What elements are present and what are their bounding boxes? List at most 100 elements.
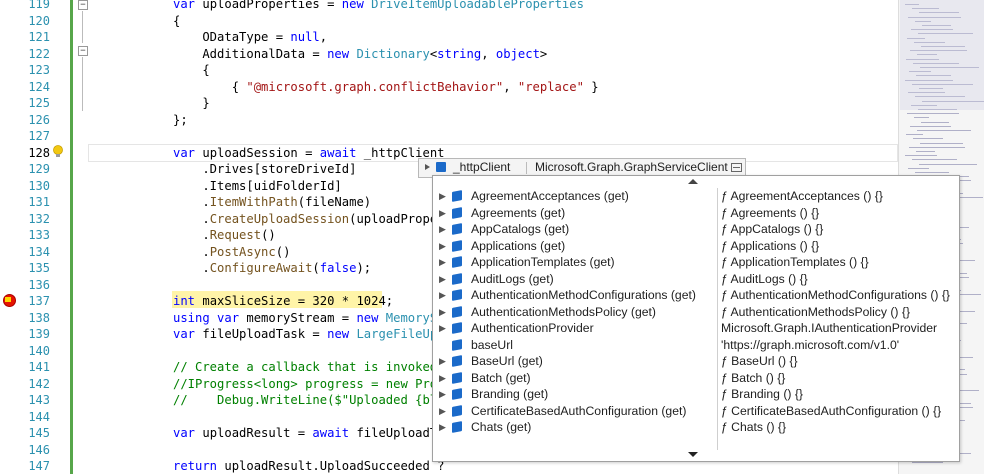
line-number: 125 [28,96,50,110]
code-token: new [341,0,372,11]
completion-item-name: ApplicationTemplates (get) [471,255,615,269]
expand-arrow-icon[interactable]: ▶ [439,304,447,321]
property-cube-icon [452,190,462,202]
minimap-viewport[interactable] [900,0,984,110]
expand-arrow-icon[interactable]: ▶ [439,287,447,304]
code-line[interactable]: { "@microsoft.graph.conflictBehavior", "… [173,79,599,96]
scroll-up-icon[interactable] [688,179,698,184]
completion-item-value: ƒ AuthenticationMethodConfigurations () … [721,288,951,302]
fold-toggle[interactable]: − [78,0,88,10]
completion-item[interactable]: ▶ AgreementAcceptances (get) ƒ AgreementAc… [433,188,957,205]
completion-item[interactable]: ▶ Agreements (get) ƒ Agreements () {} [433,205,957,222]
expand-arrow-icon[interactable]: ▶ [439,403,447,420]
code-line[interactable]: .ConfigureAwait(false); [173,260,371,277]
expand-arrow-icon[interactable]: ▶ [439,188,447,205]
code-line[interactable]: .Items[uidFolderId] [173,178,342,195]
code-line[interactable]: { [173,62,209,79]
expand-arrow-icon[interactable]: ▶ [439,419,447,436]
completion-item-value: ƒ Branding () {} [721,387,803,401]
completion-item[interactable]: ▶ AuthenticationProvider Microsoft.Graph.I… [433,320,957,337]
code-line[interactable]: .Request() [173,227,275,244]
line-number: 122 [28,46,50,61]
expand-arrow-icon[interactable]: ▶ [439,386,447,403]
code-line[interactable]: var fileUploadTask = new LargeFileUpl [173,326,445,343]
completion-item[interactable]: ▶ Chats (get) ƒ Chats () {} [433,419,957,436]
code-line[interactable]: var uploadResult = await fileUploadTa [173,425,445,442]
completion-item[interactable]: ▶ Branding (get) ƒ Branding () {} [433,386,957,403]
completion-list[interactable]: ▶ AgreementAcceptances (get) ƒ AgreementAc… [432,175,960,462]
completion-item-value: ƒ AppCatalogs () {} [721,222,824,236]
code-line[interactable]: // Create a callback that is invoked [173,359,437,376]
line-number: 141 [28,360,50,374]
property-cube-icon [452,223,462,235]
property-cube-icon [452,206,462,219]
field-icon [436,162,446,172]
line-number: 144 [28,409,50,424]
line-number: 136 [28,277,50,292]
expand-arrow-icon[interactable]: ▶ [439,205,447,222]
code-token: . [173,211,210,226]
code-line[interactable]: } [173,95,209,112]
code-line[interactable]: var uploadProperties = new DriveItemUplo… [173,0,584,13]
completion-item-value: ƒ Chats () {} [721,420,787,434]
completion-item-value: ƒ CertificateBasedAuthConfiguration () {… [721,403,942,418]
minimap-line [906,134,923,136]
code-line[interactable]: .PostAsync() [173,244,290,261]
completion-item-name: BaseUrl (get) [471,354,543,368]
completion-item[interactable]: baseUrl 'https://graph.microsoft.com/v1.0… [433,337,957,354]
code-line[interactable]: return uploadResult.UploadSucceeded ? [173,458,445,475]
expand-arrow-icon[interactable]: ▶ [439,353,447,370]
code-token: // Debug.WriteLine($"Uploaded {bla [173,393,445,407]
completion-item[interactable]: ▶ AuthenticationMethodConfigurations (get… [433,287,957,304]
completion-item-name: Agreements (get) [471,205,566,220]
scroll-down-icon[interactable] [688,452,698,457]
code-token: using var [173,310,247,325]
minimap-line [909,146,965,148]
expand-arrow-icon[interactable]: ▶ [439,320,447,337]
code-token: .Items[uidFolderId] [173,178,342,193]
code-line[interactable]: ODataType = null, [173,29,327,46]
expand-arrow-icon[interactable]: ▶ [439,370,447,387]
completion-item[interactable]: ▶ AuditLogs (get) ƒ AuditLogs () {} [433,271,957,288]
code-token: ODataType = [173,30,291,44]
line-number: 140 [28,343,50,358]
completion-item[interactable]: ▶ Applications (get) ƒ Applications () {} [433,238,957,255]
code-line[interactable]: }; [173,112,188,129]
property-cube-icon [452,371,462,384]
code-line[interactable]: AdditionalData = new Dictionary<string, … [173,46,547,63]
code-line[interactable]: //IProgress<long> progress = new Prog [173,376,445,393]
fold-toggle[interactable]: − [78,46,88,56]
minimap-line [913,138,943,140]
expand-arrow-icon[interactable]: ▶ [439,221,447,238]
code-token: DriveItemUploadableProperties [371,0,584,11]
expand-arrow-icon[interactable]: ▶ [439,254,447,271]
fold-guide [82,11,83,43]
code-line[interactable]: // Debug.WriteLine($"Uploaded {bla [173,392,445,409]
completion-item[interactable]: ▶ AuthenticationMethodsPolicy (get) ƒ Auth… [433,304,957,321]
completion-item[interactable]: ▶ AppCatalogs (get) ƒ AppCatalogs () {} [433,221,957,238]
code-line[interactable]: .Drives[storeDriveId] [173,161,356,178]
line-number: 121 [28,30,50,44]
code-line[interactable]: .ItemWithPath(fileName) [173,194,371,211]
code-token: (fileName) [297,195,372,209]
code-line[interactable]: .CreateUploadSession(uploadProper [173,211,444,228]
expand-arrow-icon[interactable]: ▶ [439,271,447,288]
code-line[interactable]: var uploadSession = await _httpClient [173,145,445,162]
expand-arrow-icon[interactable]: ▶ [439,238,447,255]
code-line[interactable]: using var memoryStream = new MemorySt [173,310,445,327]
completion-item[interactable]: ▶ CertificateBasedAuthConfiguration (get)… [433,403,957,420]
completion-item[interactable]: ▶ BaseUrl (get) ƒ BaseUrl () {} [433,353,957,370]
code-token: > [539,46,548,61]
code-line[interactable]: { [173,13,180,30]
expand-arrow-icon[interactable] [424,163,432,171]
code-token: var [173,145,203,160]
lightbulb-icon[interactable] [52,145,64,159]
code-token: .Drives[storeDriveId] [173,162,357,176]
code-line[interactable]: int maxSliceSize = 320 * 1024; [173,293,393,310]
code-token: uploadResult.UploadSucceeded ? [224,459,445,473]
pin-icon[interactable] [731,163,742,172]
line-number: 146 [28,442,50,457]
code-token: uploadResult = [202,426,313,440]
completion-item[interactable]: ▶ ApplicationTemplates (get) ƒ Application… [433,254,957,271]
completion-item[interactable]: ▶ Batch (get) ƒ Batch () {} [433,370,957,387]
